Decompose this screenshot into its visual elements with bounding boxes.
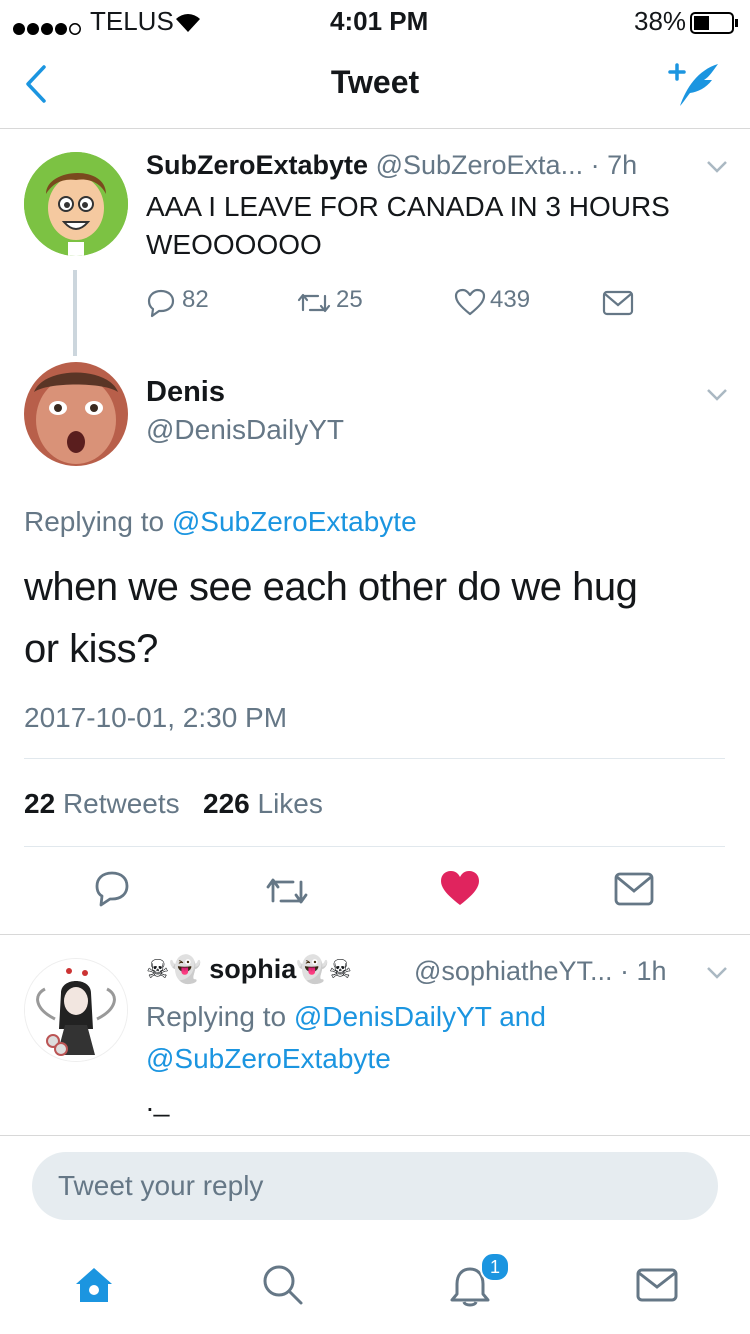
signal-icon	[12, 12, 84, 43]
tweet-header: SubZeroExtabyte @SubZeroExta... · 7h	[146, 150, 637, 181]
avatar[interactable]	[24, 152, 128, 256]
divider	[24, 846, 725, 847]
tweet-age: · 1h	[620, 956, 667, 986]
wifi-icon	[174, 9, 202, 40]
retweet-icon[interactable]	[264, 874, 310, 908]
carrier-label: TELUS	[90, 6, 174, 36]
divider	[24, 758, 725, 759]
battery-percent: 38%	[634, 6, 687, 36]
author-handle[interactable]: @DenisDailyYT	[146, 414, 344, 446]
mention-link[interactable]: @SubZeroExtabyte	[146, 1043, 391, 1074]
search-icon[interactable]	[262, 1264, 304, 1306]
tweet-text-line: WEOOOOOO	[146, 229, 322, 260]
tab-bar: 1	[0, 1236, 750, 1334]
skull-icon: ☠	[328, 954, 352, 984]
reply-handle-row: @sophiatheYT... · 1h	[414, 956, 667, 987]
skull-icon: ☠	[146, 954, 170, 984]
reply-icon[interactable]	[94, 870, 130, 908]
tweet-stats: 22 Retweets 226 Likes	[24, 788, 323, 820]
replying-to-prefix: Replying to	[24, 506, 165, 537]
page-title: Tweet	[330, 64, 420, 100]
chevron-down-icon[interactable]	[706, 160, 728, 174]
tweet-text: AAA I LEAVE FOR CANADA IN 3 HOURS WEOOOO…	[146, 188, 670, 264]
message-icon[interactable]	[614, 872, 654, 906]
author-name[interactable]: sophia	[209, 954, 296, 984]
retweets-label: Retweets	[62, 788, 180, 819]
compose-tweet-icon[interactable]	[666, 60, 722, 110]
divider	[0, 1135, 750, 1136]
tweet-timestamp: 2017-10-01, 2:30 PM	[24, 702, 288, 733]
tweet-text: when we see each other do we hug or kiss…	[24, 556, 638, 680]
battery-icon	[690, 10, 740, 41]
ghost-icon: 👻	[296, 954, 329, 984]
reply-placeholder: Tweet your reply	[58, 1170, 264, 1201]
retweet-count: 25	[336, 286, 363, 313]
clock: 4:01 PM	[330, 6, 429, 36]
like-count: 439	[490, 286, 531, 313]
retweets-count: 22	[24, 788, 56, 819]
likes-label: Likes	[257, 788, 323, 819]
main-tweet-actions	[0, 866, 750, 916]
message-icon[interactable]	[602, 290, 634, 316]
retweets-stat[interactable]: 22 Retweets	[24, 788, 180, 819]
author-handle[interactable]: @sophiatheYT...	[414, 956, 613, 986]
likes-count: 226	[203, 788, 250, 819]
tweet-text-line: or kiss?	[24, 627, 158, 671]
tweet-text-line: AAA I LEAVE FOR CANADA IN 3 HOURS	[146, 191, 670, 222]
tweet-header: ☠👻 sophia👻☠	[146, 954, 352, 990]
ghost-icon: 👻	[169, 954, 202, 984]
reply-icon[interactable]	[146, 288, 176, 318]
replying-and: and	[499, 1001, 546, 1032]
tweet-text: ._	[146, 1086, 170, 1117]
nav-bar: Tweet	[0, 40, 750, 129]
divider	[0, 934, 750, 935]
tweet-text-line: when we see each other do we hug	[24, 565, 638, 609]
replying-to: Replying to @DenisDailyYT and @SubZeroEx…	[146, 996, 706, 1080]
avatar[interactable]	[24, 362, 128, 466]
thread-connector-line	[73, 270, 77, 356]
heart-filled-icon[interactable]	[440, 870, 480, 906]
author-name[interactable]: SubZeroExtabyte	[146, 150, 368, 180]
home-icon[interactable]	[74, 1266, 114, 1304]
chevron-down-icon[interactable]	[706, 388, 728, 402]
heart-icon[interactable]	[454, 288, 486, 316]
replying-to: Replying to @SubZeroExtabyte	[24, 506, 417, 538]
retweet-icon[interactable]	[296, 290, 332, 316]
reply-input[interactable]: Tweet your reply	[32, 1152, 718, 1220]
avatar[interactable]	[24, 958, 128, 1062]
tweet-age: · 7h	[590, 150, 638, 180]
author-handle[interactable]: @SubZeroExta...	[376, 150, 584, 180]
status-bar: TELUS 4:01 PM 38%	[0, 0, 750, 40]
notification-badge: 1	[480, 1252, 510, 1282]
replying-to-prefix: Replying to	[146, 1001, 287, 1032]
chevron-down-icon[interactable]	[706, 966, 728, 980]
messages-icon[interactable]	[636, 1268, 678, 1302]
mention-link[interactable]: @DenisDailyYT	[294, 1001, 492, 1032]
likes-stat[interactable]: 226 Likes	[203, 788, 323, 819]
reply-count: 82	[182, 286, 209, 313]
mention-link[interactable]: @SubZeroExtabyte	[172, 506, 417, 537]
author-name[interactable]: Denis	[146, 376, 225, 409]
